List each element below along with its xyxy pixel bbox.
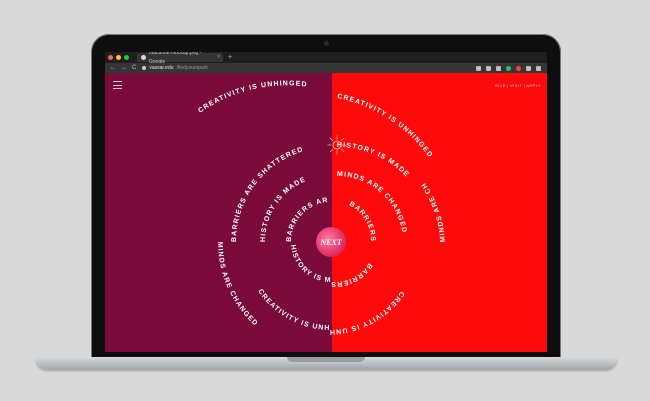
laptop-base-notch <box>287 357 365 362</box>
browser-tab-bar: macbook-mockup.png - Google × + <box>105 52 547 65</box>
reload-button[interactable]: C <box>132 65 136 71</box>
laptop-screen: macbook-mockup.png - Google × + ← → C va… <box>105 52 547 352</box>
puzzle-icon[interactable] <box>496 65 501 71</box>
tab-close-icon[interactable]: × <box>217 53 220 62</box>
ring-phrase: CREATIVITY IS UNHINGED <box>105 73 405 335</box>
url-path: /findyourspark <box>176 65 208 71</box>
next-button[interactable]: NEXT <box>316 227 346 257</box>
url-domain: vassar.edu <box>149 65 174 71</box>
phrase-rings: BARRIERS ARE SHATTERED HISTORY IS MADE H… <box>105 73 447 335</box>
sync-status-icon[interactable] <box>506 65 511 71</box>
profile-icon[interactable] <box>526 65 531 71</box>
menu-icon[interactable] <box>536 65 541 71</box>
browser-toolbar: ← → C vassar.edu/findyourspark <box>105 63 547 73</box>
ring-phrase: MINDS ARE CHANGED <box>216 242 259 328</box>
laptop-lid: macbook-mockup.png - Google × + ← → C va… <box>91 34 561 358</box>
maximize-window-button[interactable] <box>124 55 129 60</box>
browser-tab[interactable]: macbook-mockup.png - Google × <box>137 52 223 65</box>
site-info-icon[interactable] <box>142 66 147 70</box>
back-button[interactable]: ← <box>110 65 116 71</box>
minimize-window-button[interactable] <box>116 55 121 60</box>
bookmark-star-icon[interactable] <box>486 65 491 71</box>
page-viewport: give | visit | apply <box>105 73 547 352</box>
webcam <box>323 41 329 46</box>
ring-phrase: CREATIVITY IS UNHINGED <box>197 80 308 114</box>
extension-icon[interactable] <box>476 65 481 71</box>
address-bar[interactable]: vassar.edu/findyourspark <box>142 65 208 71</box>
close-window-button[interactable] <box>108 55 113 60</box>
new-tab-button[interactable]: + <box>228 54 232 61</box>
ring-phrase: HISTORY IS MADE <box>260 176 307 242</box>
ring-phrase: CREATIVITY IS UNHINGED <box>105 73 331 332</box>
record-icon[interactable] <box>516 65 521 71</box>
tab-favicon-icon <box>141 55 146 60</box>
ring-phrase: MINDS ARE CHANGED <box>105 73 447 242</box>
toolbar-extensions <box>476 65 541 71</box>
forward-button[interactable]: → <box>121 65 127 71</box>
